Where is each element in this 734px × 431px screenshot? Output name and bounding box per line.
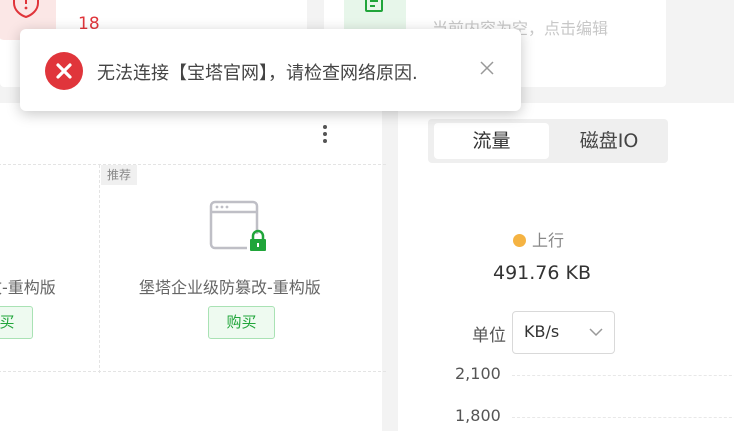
unit-select[interactable]: KB/s xyxy=(512,311,615,354)
legend-label: 上行 xyxy=(532,231,565,250)
upstream-legend[interactable]: 上行 xyxy=(513,227,564,251)
unit-selected-value: KB/s xyxy=(524,322,560,341)
product-name: 改-重构版 xyxy=(0,278,56,297)
document-icon xyxy=(365,0,383,12)
product-name: 堡塔企业级防篡改-重构版 xyxy=(139,278,321,297)
upstream-value: 491.76 KB xyxy=(493,262,592,284)
recommended-products-panel: 推荐 改-重构版 堡塔企业级防篡改-重构版 购买 购买 xyxy=(0,103,386,431)
toast-message: 无法连接【宝塔官网】，请检查网络原因. xyxy=(97,63,418,84)
browser-lock-icon xyxy=(209,200,269,252)
y-axis-tick: 2,100 xyxy=(455,364,501,383)
more-vertical-icon[interactable] xyxy=(318,123,332,147)
traffic-tabs: 流量 磁盘IO xyxy=(428,119,668,163)
error-circle-icon xyxy=(45,52,83,90)
buy-button[interactable]: 购买 xyxy=(208,306,275,339)
chevron-down-icon xyxy=(589,328,603,337)
unit-label: 单位 xyxy=(472,326,506,346)
chart-gridline xyxy=(512,417,734,418)
tab-disk-io[interactable]: 磁盘IO xyxy=(553,123,665,159)
error-toast: 无法连接【宝塔官网】，请检查网络原因. xyxy=(20,29,521,111)
recommend-tag: 推荐 xyxy=(101,165,137,185)
traffic-panel: 流量 磁盘IO 上行 491.76 KB 单位 KB/s 2,100 1,800 xyxy=(398,103,734,431)
tab-traffic[interactable]: 流量 xyxy=(434,123,549,159)
warning-icon xyxy=(13,0,39,19)
legend-dot xyxy=(513,234,526,247)
buy-button[interactable]: 购买 xyxy=(0,306,33,339)
y-axis-tick: 1,800 xyxy=(455,406,501,425)
close-icon[interactable] xyxy=(479,60,495,76)
grid-divider xyxy=(99,165,100,373)
product-grid: 推荐 改-重构版 堡塔企业级防篡改-重构版 购买 购买 xyxy=(0,164,386,373)
chart-gridline xyxy=(512,375,734,376)
